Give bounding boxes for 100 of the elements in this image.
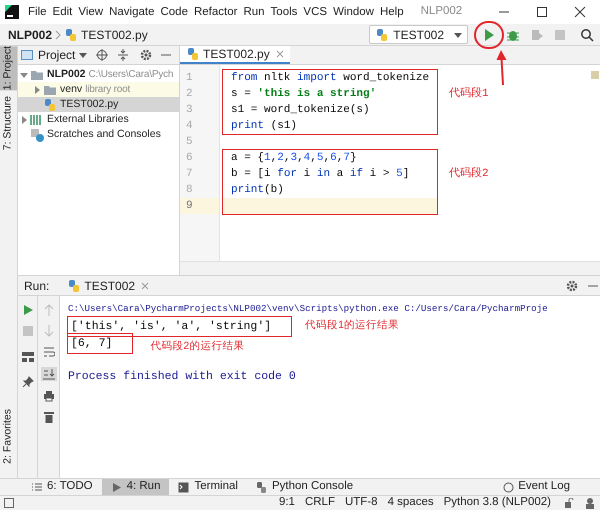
line-number: 2 <box>185 87 194 102</box>
run-tab[interactable]: TEST002 <box>63 276 154 295</box>
print-icon[interactable] <box>42 390 54 402</box>
annotation-arrow <box>496 50 508 86</box>
line-number: 5 <box>185 135 194 150</box>
panel-icon <box>21 49 33 61</box>
soft-wrap-icon[interactable] <box>42 346 54 358</box>
code-line: print (s1) <box>230 119 298 134</box>
pin-icon[interactable] <box>22 376 34 388</box>
locate-icon[interactable] <box>96 49 108 61</box>
layout-icon[interactable] <box>22 352 34 362</box>
annotation-label: 代码段1 <box>449 86 489 102</box>
tree-item-hint: C:\Users\Cara\Pych <box>88 68 174 82</box>
line-number: 9 <box>180 198 219 214</box>
maximize-icon[interactable] <box>536 6 548 18</box>
menu-item[interactable]: Edit <box>50 0 76 24</box>
panel-label: Run: <box>24 278 50 294</box>
code-line: a = {1,2,3,4,5,6,7} <box>230 151 358 166</box>
status-item[interactable]: Python 3.8 (NLP002) <box>438 494 556 510</box>
menu-item[interactable]: Run <box>240 0 268 24</box>
tree-item[interactable]: External Libraries <box>18 112 179 127</box>
console-output-line: Process finished with exit code 0 <box>68 368 296 385</box>
line-number: 1 <box>185 71 194 86</box>
caret-down-icon[interactable] <box>20 70 28 78</box>
status-item[interactable]: 4 spaces <box>382 494 439 510</box>
side-tab[interactable]: 7: Structure <box>0 96 17 151</box>
menu-item[interactable]: VCS <box>300 0 330 24</box>
menu-item[interactable]: Help <box>376 0 407 24</box>
code-line: print(b) <box>230 183 285 198</box>
window-title: NLP002 <box>420 4 462 20</box>
tree-item-label: TEST002.py <box>60 96 118 112</box>
code-line: s1 = word_tokenize(s) <box>230 103 371 118</box>
console-output-line: ['this', 'is', 'a', 'string'] <box>68 317 292 336</box>
collapse-icon[interactable] <box>117 49 130 61</box>
menu-item[interactable]: File <box>25 0 50 24</box>
tree-item[interactable]: NLP002 C:\Users\Cara\Pych <box>18 67 179 82</box>
status-item[interactable]: UTF-8 <box>340 494 383 510</box>
console-output-line: [6, 7] <box>68 334 132 353</box>
code-line: from nltk import word_tokenize <box>230 71 430 86</box>
tool-window-tab[interactable]: Python Console <box>246 479 362 495</box>
breadcrumb-item[interactable]: TEST002.py <box>81 26 148 44</box>
speech-bubble-icon <box>503 482 514 492</box>
run-icon[interactable] <box>22 304 34 316</box>
menu-item[interactable]: Window <box>330 0 377 24</box>
tree-item-label: NLP002 <box>47 66 86 82</box>
list-icon <box>31 482 42 492</box>
console-output-line: C:\Users\Cara\PycharmProjects\NLP002\venv\Scripts\python.exe C:/Users/Cara/PycharmProje <box>68 302 548 316</box>
panel-toggle-icon[interactable] <box>4 498 14 508</box>
menu-item[interactable]: Tools <box>268 0 300 24</box>
play-icon <box>110 482 122 492</box>
status-item[interactable]: 9:1 <box>274 494 300 510</box>
python-icon <box>67 278 82 292</box>
menu-item[interactable]: Navigate <box>106 0 158 24</box>
tree-item[interactable]: venv library root <box>18 82 179 97</box>
settings-icon[interactable] <box>140 49 152 61</box>
annotation-label: 代码段1的运行结果 <box>305 318 399 333</box>
editor-tab[interactable]: TEST002.py <box>180 46 290 64</box>
line-number: 8 <box>185 183 194 198</box>
python-icon <box>375 28 390 42</box>
caret-down-icon <box>79 51 88 59</box>
breadcrumb-item[interactable]: NLP002 <box>8 26 52 44</box>
settings-icon[interactable] <box>566 280 578 292</box>
chevron-right-icon <box>54 28 62 40</box>
scroll-to-end-icon[interactable] <box>40 367 56 381</box>
run-configuration-dropdown[interactable]: TEST002 <box>369 25 468 44</box>
menu-item[interactable]: View <box>75 0 106 24</box>
tree-item-label: Scratches and Consoles <box>47 126 161 142</box>
python-file-icon <box>186 47 200 61</box>
code-line: b = [i for i in a if i > 5] <box>230 167 410 182</box>
menu-item[interactable]: Refactor <box>190 0 240 24</box>
line-number: 4 <box>185 119 194 134</box>
inspector-icon[interactable] <box>584 497 596 509</box>
caret-down-icon <box>454 30 462 38</box>
tree-item-label: venv <box>60 82 82 97</box>
caret-right-icon[interactable] <box>33 86 41 94</box>
python-file-icon <box>43 98 57 112</box>
scratch-icon <box>30 128 44 142</box>
line-number: 7 <box>185 167 194 182</box>
close-icon[interactable] <box>574 6 586 18</box>
tool-window-tab[interactable]: 4: Run <box>102 479 170 495</box>
tree-item[interactable]: TEST002.py <box>18 97 179 112</box>
menu-item[interactable]: Code <box>157 0 191 24</box>
trash-icon[interactable] <box>44 411 54 423</box>
side-tab[interactable]: 1: Project <box>0 46 17 90</box>
event-log-button[interactable]: Event Log <box>503 479 570 495</box>
caret-right-icon[interactable] <box>20 116 28 124</box>
line-number: 6 <box>185 151 194 166</box>
terminal-icon <box>178 482 190 492</box>
python-icon <box>256 482 267 492</box>
side-tab[interactable]: 2: Favorites <box>0 409 17 464</box>
search-icon[interactable] <box>580 28 594 42</box>
tree-item-label: External Libraries <box>47 112 129 127</box>
inspection-marker-icon <box>591 71 599 79</box>
tree-item[interactable]: Scratches and Consoles <box>18 127 179 142</box>
line-number: 3 <box>185 103 194 118</box>
tool-window-tab[interactable]: 6: TODO <box>22 479 102 495</box>
lock-icon[interactable] <box>564 498 574 508</box>
status-item[interactable]: CRLF <box>300 494 340 510</box>
code-line: s = 'this is a string' <box>230 87 378 102</box>
tool-window-tab[interactable]: Terminal <box>169 479 247 495</box>
